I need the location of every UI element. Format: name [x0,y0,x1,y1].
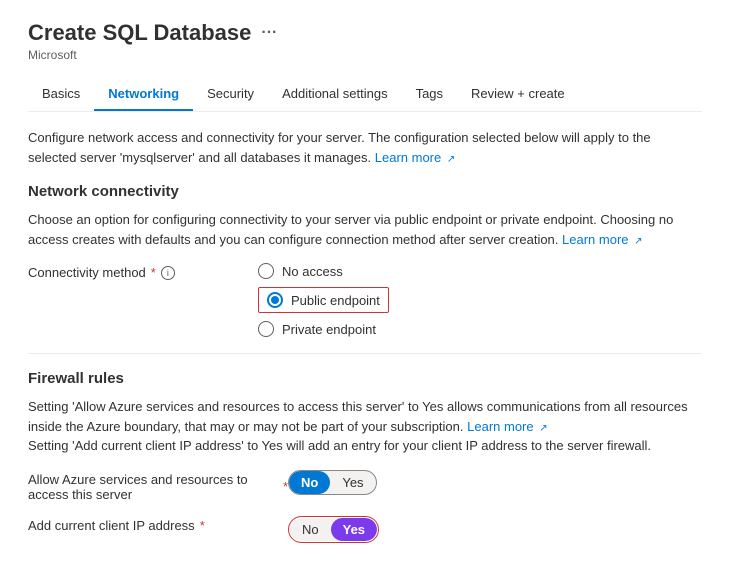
networking-description: Configure network access and connectivit… [28,128,702,167]
learn-more-2-label: Learn more [562,232,628,247]
external-link-icon-3: ↗ [539,421,547,436]
radio-public-endpoint[interactable]: Public endpoint [258,287,389,313]
tab-review-create[interactable]: Review + create [457,78,579,111]
allow-azure-toggle[interactable]: No Yes [288,470,377,495]
allow-azure-label: Allow Azure services and resources to ac… [28,470,288,502]
tab-basics[interactable]: Basics [28,78,94,111]
tab-networking[interactable]: Networking [94,78,193,111]
tab-security[interactable]: Security [193,78,268,111]
firewall-desc1-text: Setting 'Allow Azure services and resour… [28,399,688,434]
firewall-desc2-text: Setting 'Add current client IP address' … [28,438,651,453]
info-icon[interactable]: i [161,266,175,280]
tab-additional-settings[interactable]: Additional settings [268,78,402,111]
firewall-description: Setting 'Allow Azure services and resour… [28,397,702,456]
tab-content-networking: Configure network access and connectivit… [28,112,702,543]
connectivity-method-row: Connectivity method * i No access Public [28,263,702,337]
radio-private-endpoint-input[interactable] [258,321,274,337]
connectivity-method-label: Connectivity method * i [28,263,258,280]
connectivity-radio-group: No access Public endpoint Private endpoi… [258,263,389,337]
network-connectivity-description: Choose an option for configuring connect… [28,210,702,249]
networking-desc-text: Configure network access and connectivit… [28,130,651,165]
learn-more-link-2[interactable]: Learn more ↗ [562,232,643,247]
network-connectivity-section: Network connectivity Choose an option fo… [28,183,702,337]
learn-more-1-label: Learn more [375,150,441,165]
radio-no-access-input[interactable] [258,263,274,279]
page-title: Create SQL Database ··· [28,20,277,46]
add-client-ip-yes-option[interactable]: Yes [331,518,377,541]
title-text: Create SQL Database [28,20,251,46]
add-client-ip-toggle-outline: No Yes [288,516,379,543]
connectivity-label-text: Connectivity method [28,265,146,280]
radio-private-endpoint[interactable]: Private endpoint [258,321,389,337]
allow-azure-label-text: Allow Azure services and resources to ac… [28,472,278,502]
tab-bar: Basics Networking Security Additional se… [28,78,702,112]
add-client-ip-label-text: Add current client IP address [28,518,195,533]
add-client-ip-toggle[interactable]: No Yes [290,518,377,541]
radio-no-access[interactable]: No access [258,263,389,279]
learn-more-link-3[interactable]: Learn more ↗ [467,419,548,434]
add-client-ip-row: Add current client IP address * No Yes [28,516,702,543]
radio-public-endpoint-input[interactable] [267,292,283,308]
add-client-ip-label: Add current client IP address * [28,516,288,533]
page-header: Create SQL Database ··· Microsoft [28,20,702,62]
radio-no-access-label: No access [282,264,343,279]
allow-azure-no-option[interactable]: No [289,471,330,494]
allow-azure-row: Allow Azure services and resources to ac… [28,470,702,502]
firewall-rules-title: Firewall rules [28,370,702,387]
learn-more-link-1[interactable]: Learn more ↗ [375,150,456,165]
allow-azure-yes-option[interactable]: Yes [330,471,375,494]
add-client-ip-no-option[interactable]: No [290,518,331,541]
external-link-icon-1: ↗ [447,152,455,167]
external-link-icon-2: ↗ [634,234,642,249]
radio-public-endpoint-label: Public endpoint [291,293,380,308]
network-connectivity-title: Network connectivity [28,183,702,200]
page-subtitle: Microsoft [28,48,702,62]
allow-azure-toggle-container: No Yes [288,470,377,495]
add-client-ip-toggle-container: No Yes [288,516,379,543]
public-endpoint-highlight: Public endpoint [258,287,389,313]
radio-private-endpoint-label: Private endpoint [282,322,376,337]
required-indicator: * [151,265,156,280]
firewall-rules-section: Firewall rules Setting 'Allow Azure serv… [28,370,702,543]
section-divider [28,353,702,354]
tab-tags[interactable]: Tags [402,78,457,111]
add-client-ip-required: * [200,518,205,533]
learn-more-3-label: Learn more [467,419,533,434]
ellipsis-menu[interactable]: ··· [261,24,277,42]
